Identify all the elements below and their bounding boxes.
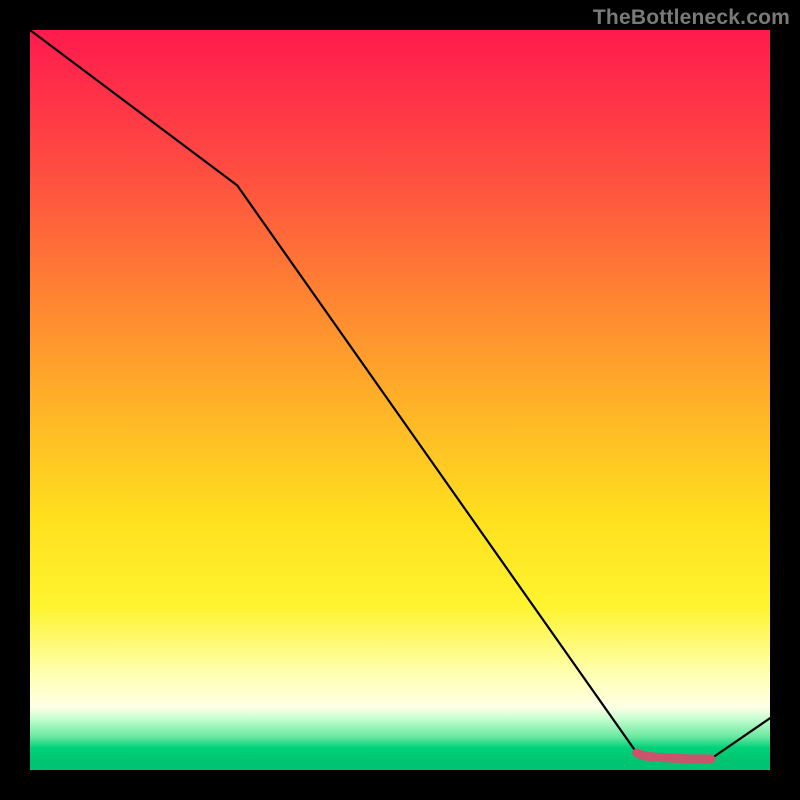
chart-frame: TheBottleneck.com bbox=[0, 0, 800, 800]
chart-svg bbox=[30, 30, 770, 770]
plot-area bbox=[30, 30, 770, 770]
watermark-text: TheBottleneck.com bbox=[593, 6, 790, 30]
primary-curve-path bbox=[30, 30, 770, 759]
highlight-segment-path bbox=[637, 753, 711, 759]
